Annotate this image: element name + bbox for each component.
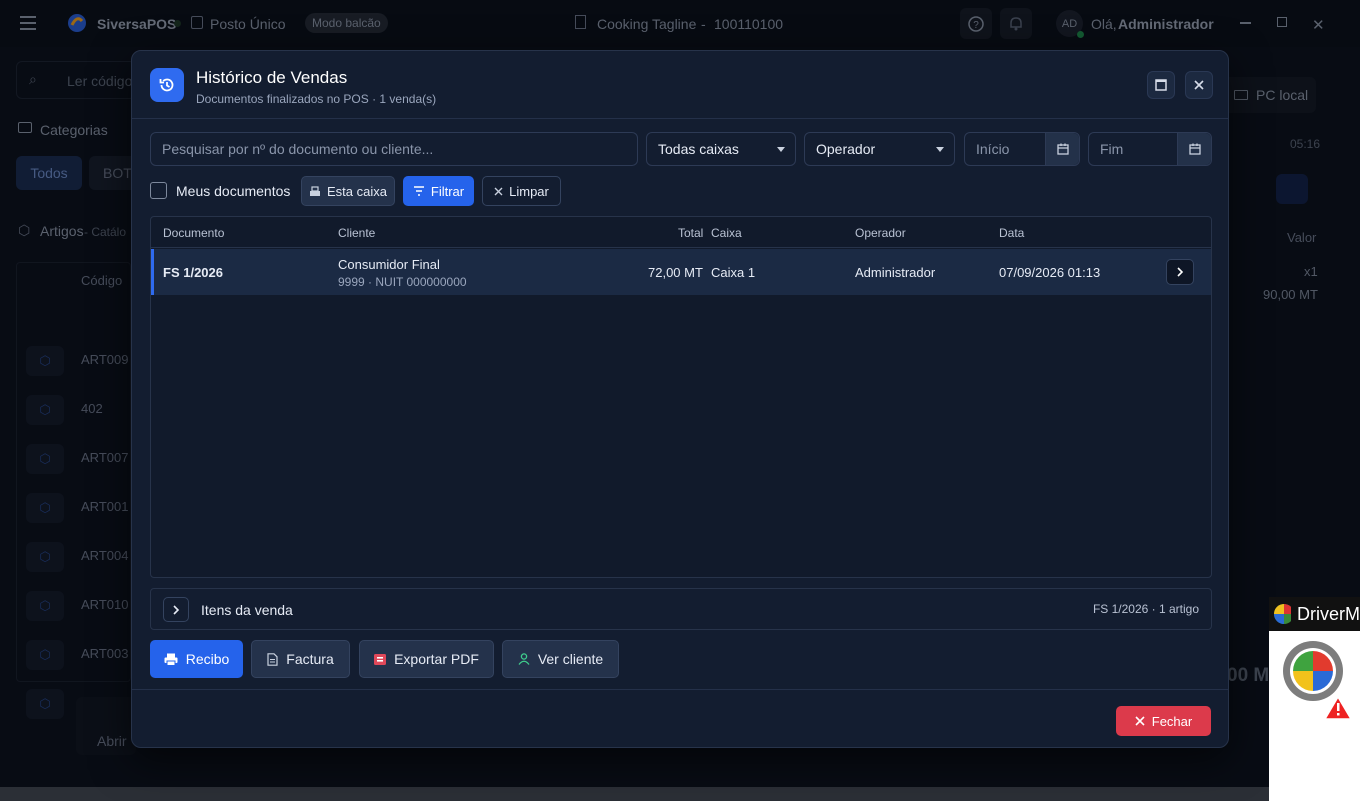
os-taskbar — [0, 787, 1360, 801]
driver-window-title: DriverM — [1297, 603, 1360, 624]
printer-icon — [164, 653, 178, 666]
operador-select-value: Operador — [816, 141, 876, 157]
calendar-icon[interactable] — [1045, 133, 1079, 165]
row-cliente-sub: 9999 · NUIT 000000000 — [338, 275, 467, 289]
driver-app-icon — [1274, 604, 1291, 624]
calendar-icon[interactable] — [1177, 133, 1211, 165]
pdf-icon — [374, 653, 387, 665]
items-label: Itens da venda — [201, 602, 293, 618]
row-cliente: Consumidor Final — [338, 257, 440, 272]
sales-table: Documento Cliente Total Caixa Operador D… — [150, 216, 1212, 578]
row-caixa: Caixa 1 — [711, 265, 756, 280]
col-data[interactable]: Data — [999, 226, 1024, 240]
start-date-placeholder: Início — [976, 141, 1010, 157]
chevron-down-icon — [936, 146, 944, 152]
driver-window-header: DriverM — [1269, 597, 1360, 631]
close-icon — [1194, 80, 1204, 90]
close-icon — [494, 187, 503, 195]
close-icon — [1135, 716, 1145, 726]
driver-logo-icon — [1281, 639, 1360, 720]
close-button[interactable]: Fechar — [1116, 706, 1211, 736]
invoice-label: Factura — [286, 651, 334, 667]
col-caixa[interactable]: Caixa — [711, 226, 742, 240]
filter-button[interactable]: Filtrar — [403, 176, 474, 206]
history-icon — [150, 68, 184, 102]
driver-notification-window[interactable]: DriverM — [1269, 597, 1360, 801]
maximize-modal-button[interactable] — [1147, 71, 1175, 99]
invoice-button[interactable]: Factura — [251, 640, 350, 678]
sales-history-modal: Histórico de Vendas Documentos finalizad… — [131, 50, 1229, 748]
modal-subtitle: Documentos finalizados no POS · 1 venda(… — [196, 92, 437, 106]
expand-items-button[interactable] — [163, 597, 189, 622]
table-header: Documento Cliente Total Caixa Operador D… — [151, 217, 1211, 248]
filter-icon — [413, 186, 424, 196]
footer-divider — [132, 689, 1228, 690]
row-open-button[interactable] — [1166, 259, 1194, 285]
view-client-label: Ver cliente — [537, 651, 604, 667]
register-icon — [310, 186, 320, 196]
this-register-label: Esta caixa — [327, 183, 387, 199]
my-documents-label: Meus documentos — [176, 183, 291, 199]
row-data: 07/09/2026 01:13 — [999, 265, 1101, 280]
modal-title: Histórico de Vendas — [196, 68, 348, 87]
receipt-label: Recibo — [185, 651, 230, 667]
receipt-button[interactable]: Recibo — [150, 640, 243, 678]
row-operador: Administrador — [855, 265, 936, 280]
items-summary: FS 1/2026 · 1 artigo — [1092, 602, 1199, 616]
col-operador[interactable]: Operador — [855, 226, 906, 240]
maximize-icon — [1155, 79, 1167, 91]
close-modal-button[interactable] — [1185, 71, 1213, 99]
this-register-button[interactable]: Esta caixa — [301, 176, 395, 206]
caixas-select-value: Todas caixas — [658, 141, 739, 157]
row-total: 72,00 MT — [648, 265, 703, 280]
clear-button[interactable]: Limpar — [482, 176, 561, 206]
search-input[interactable]: Pesquisar por nº do documento ou cliente… — [150, 132, 638, 166]
end-date-input[interactable]: Fim — [1088, 132, 1212, 166]
chevron-down-icon — [777, 146, 785, 152]
col-documento[interactable]: Documento — [163, 226, 224, 240]
table-row[interactable]: FS 1/2026 Consumidor Final 9999 · NUIT 0… — [151, 249, 1211, 295]
document-icon — [267, 652, 278, 666]
export-pdf-button[interactable]: Exportar PDF — [359, 640, 494, 678]
filter-label: Filtrar — [430, 183, 465, 199]
clear-label: Limpar — [509, 183, 549, 199]
modal-header: Histórico de Vendas Documentos finalizad… — [132, 51, 1228, 119]
end-date-placeholder: Fim — [1100, 141, 1124, 157]
close-label: Fechar — [1151, 713, 1193, 729]
my-documents-checkbox[interactable] — [150, 182, 167, 199]
row-documento: FS 1/2026 — [163, 265, 223, 280]
sale-items-panel[interactable]: Itens da venda FS 1/2026 · 1 artigo — [150, 588, 1212, 630]
col-cliente[interactable]: Cliente — [338, 226, 375, 240]
search-placeholder: Pesquisar por nº do documento ou cliente… — [162, 141, 434, 157]
col-total[interactable]: Total — [678, 226, 703, 240]
user-icon — [518, 653, 530, 665]
caixas-select[interactable]: Todas caixas — [646, 132, 796, 166]
view-client-button[interactable]: Ver cliente — [502, 640, 619, 678]
start-date-input[interactable]: Início — [964, 132, 1080, 166]
operador-select[interactable]: Operador — [804, 132, 955, 166]
chevron-right-icon — [173, 604, 180, 615]
chevron-right-icon — [1177, 267, 1184, 277]
export-pdf-label: Exportar PDF — [394, 651, 479, 667]
